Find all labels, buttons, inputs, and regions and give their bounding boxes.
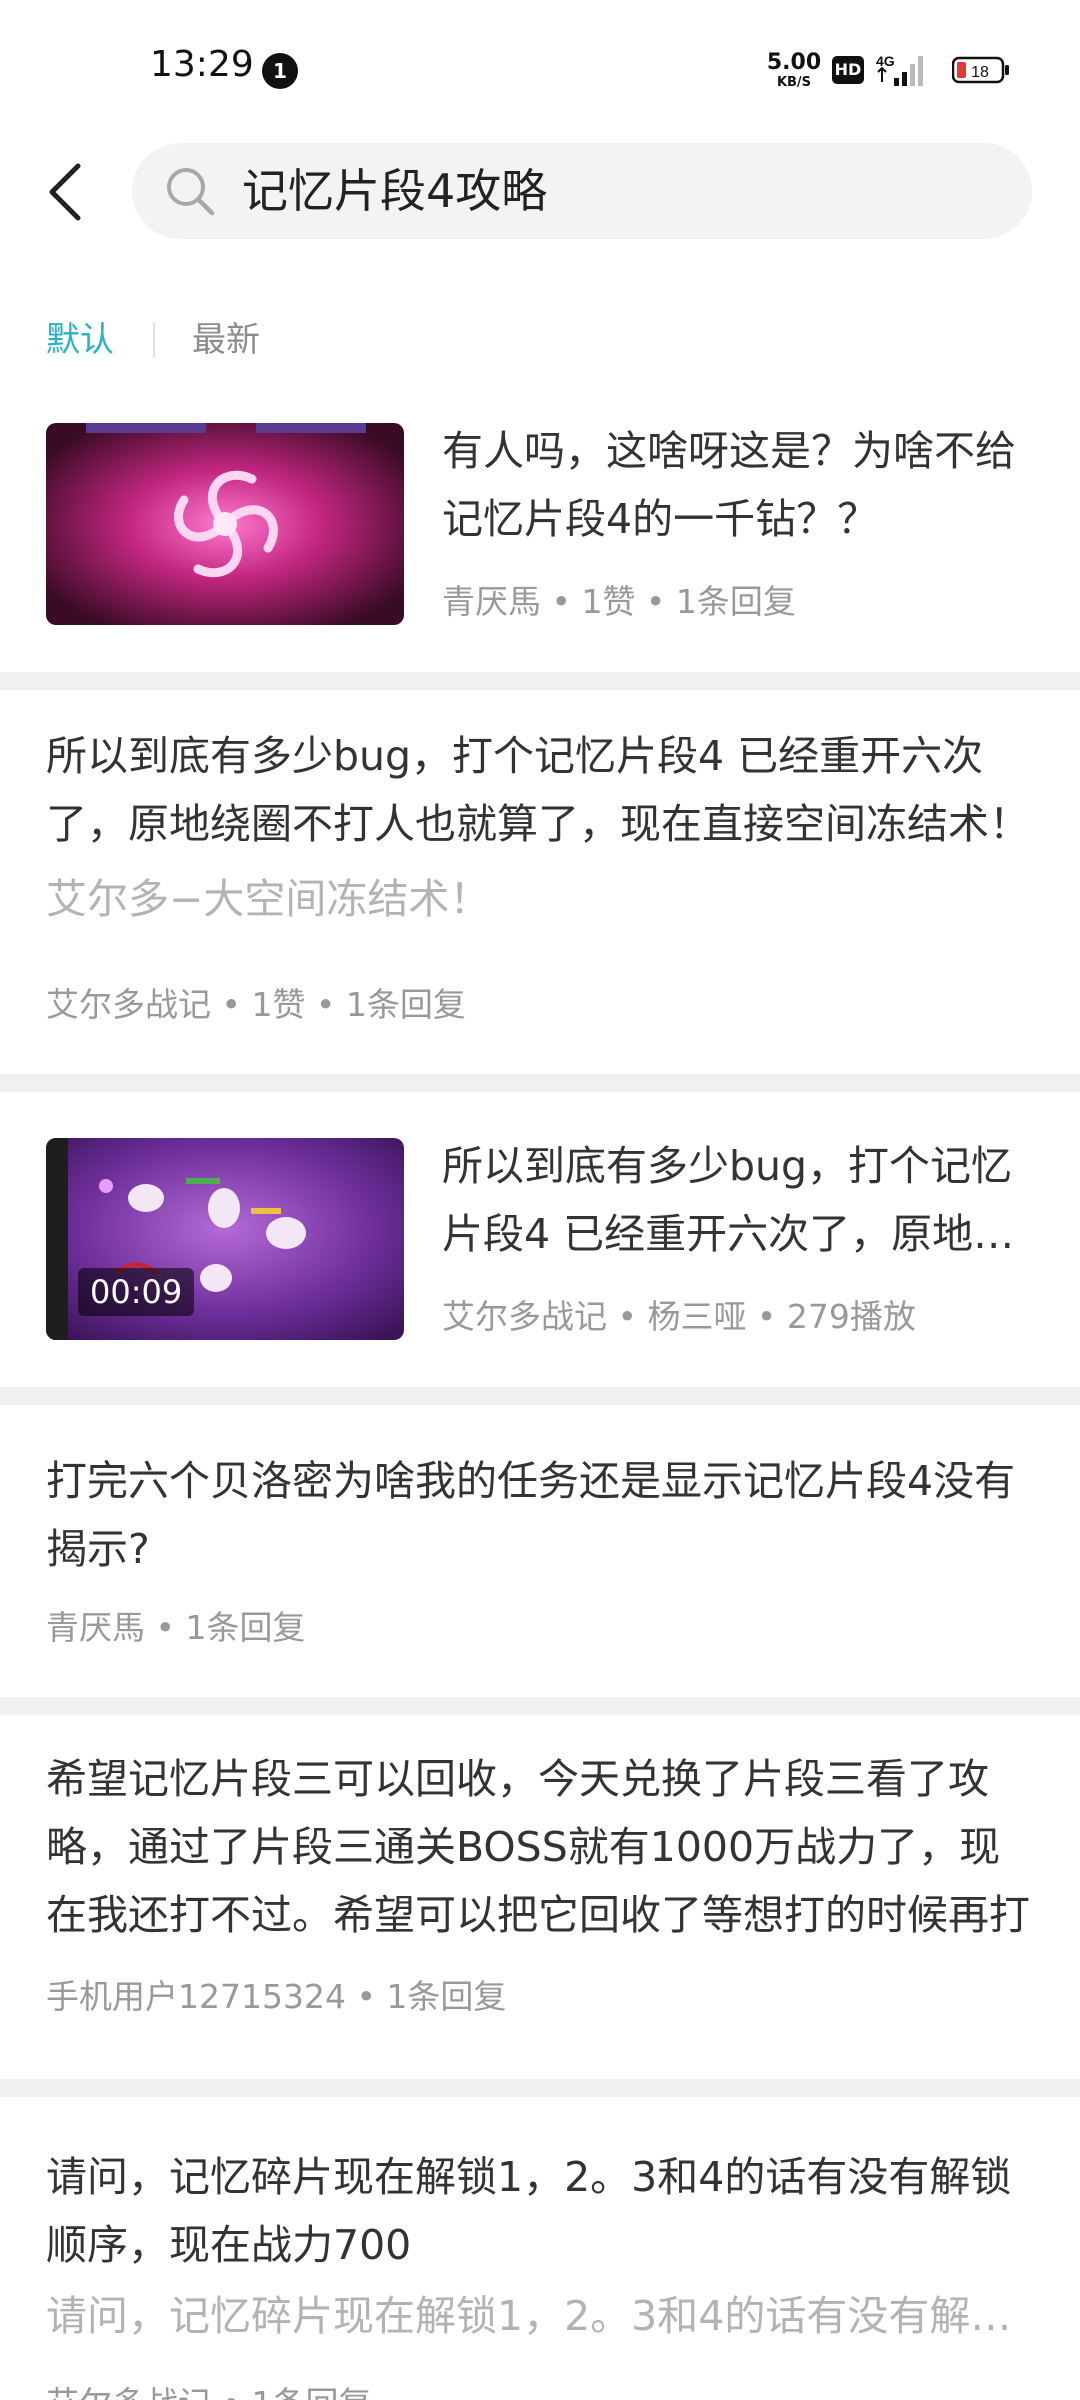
separator	[0, 2079, 1080, 2097]
sort-tabs: 默认 最新	[0, 310, 1080, 370]
separator	[0, 1387, 1080, 1405]
post-meta: 艾尔多战记 • 1赞 • 1条回复	[46, 985, 466, 1024]
result-item[interactable]: 请问，记忆碎片现在解锁1，2。3和4的话有没有解锁顺序，现在战力700 请问，记…	[0, 2097, 1080, 2400]
network-type-label: 4G	[876, 53, 895, 69]
hd-icon: HD	[832, 56, 864, 84]
battery-icon: 18	[952, 56, 1009, 84]
separator	[0, 672, 1080, 690]
post-title: 请问，记忆碎片现在解锁1，2。3和4的话有没有解锁顺序，现在战力700	[46, 2153, 1012, 2269]
tab-latest[interactable]: 最新	[192, 310, 260, 370]
signal-icon: 4G	[876, 53, 923, 86]
network-speed: 5.00 KB/S	[766, 50, 822, 90]
post-meta: 手机用户12715324 • 1条回复	[46, 1977, 507, 2016]
result-item[interactable]: 打完六个贝洛密为啥我的任务还是显示记忆片段4没有揭示? 青厌馬 • 1条回复	[0, 1405, 1080, 1697]
result-item[interactable]: 00:09 所以到底有多少bug，打个记忆片段4 已经重开六次了，原地绕圈不打人…	[0, 1092, 1080, 1387]
search-input[interactable]: 记忆片段4攻略	[242, 143, 547, 239]
post-thumbnail	[46, 423, 404, 625]
result-item[interactable]: 所以到底有多少bug，打个记忆片段4 已经重开六次了，原地绕圈不打人也就算了，现…	[0, 690, 1080, 1074]
post-excerpt: 请问，记忆碎片现在解锁1，2。3和4的话有没有解锁顺序，现在战力700	[46, 2292, 1036, 2340]
search-box[interactable]: 记忆片段4攻略	[132, 143, 1032, 239]
separator	[0, 1074, 1080, 1092]
post-title: 打完六个贝洛密为啥我的任务还是显示记忆片段4没有揭示?	[46, 1457, 1016, 1573]
post-title: 所以到底有多少bug，打个记忆片段4 已经重开六次了，原地绕圈不打人也就算了，现…	[46, 732, 1030, 848]
network-speed-value: 5.00	[766, 50, 822, 75]
post-meta: 艾尔多战记 • 1条回复	[46, 2379, 371, 2400]
tab-default[interactable]: 默认	[46, 310, 114, 370]
network-speed-unit: KB/S	[776, 75, 812, 90]
post-meta: 青厌馬 • 1条回复	[46, 1608, 306, 1647]
post-title: 所以到底有多少bug，打个记忆片段4 已经重开六次了，原地绕圈不打人也就算了	[442, 1142, 1015, 1258]
result-item[interactable]: 有人吗，这啥呀这是？为啥不给记忆片段4的一千钻？？ 青厌馬 • 1赞 • 1条回…	[0, 405, 1080, 672]
post-meta: 青厌馬 • 1赞 • 1条回复	[442, 582, 796, 621]
result-item[interactable]: 希望记忆片段三可以回收，今天兑换了片段三看了攻略，通过了片段三通关BOSS就有1…	[0, 1715, 1080, 2079]
status-time: 13:29	[150, 44, 254, 85]
back-button[interactable]	[40, 160, 96, 224]
separator	[0, 1697, 1080, 1715]
video-duration: 00:09	[78, 1268, 195, 1316]
post-title: 希望记忆片段三可以回收，今天兑换了片段三看了攻略，通过了片段三通关BOSS就有1…	[46, 1755, 1030, 1939]
notification-badge: 1	[262, 53, 298, 89]
status-bar: 13:29 1 5.00 KB/S HD 4G 18	[0, 0, 1080, 140]
post-meta: 艾尔多战记 • 杨三哑 • 279播放	[442, 1297, 916, 1336]
post-excerpt: 艾尔多−大空间冻结术！	[46, 875, 491, 923]
tab-divider	[153, 322, 155, 358]
search-icon	[167, 168, 215, 216]
video-thumbnail[interactable]: 00:09	[46, 1138, 404, 1340]
battery-level: 18	[971, 64, 989, 81]
post-title: 有人吗，这啥呀这是？为啥不给记忆片段4的一千钻？？	[442, 427, 1016, 543]
